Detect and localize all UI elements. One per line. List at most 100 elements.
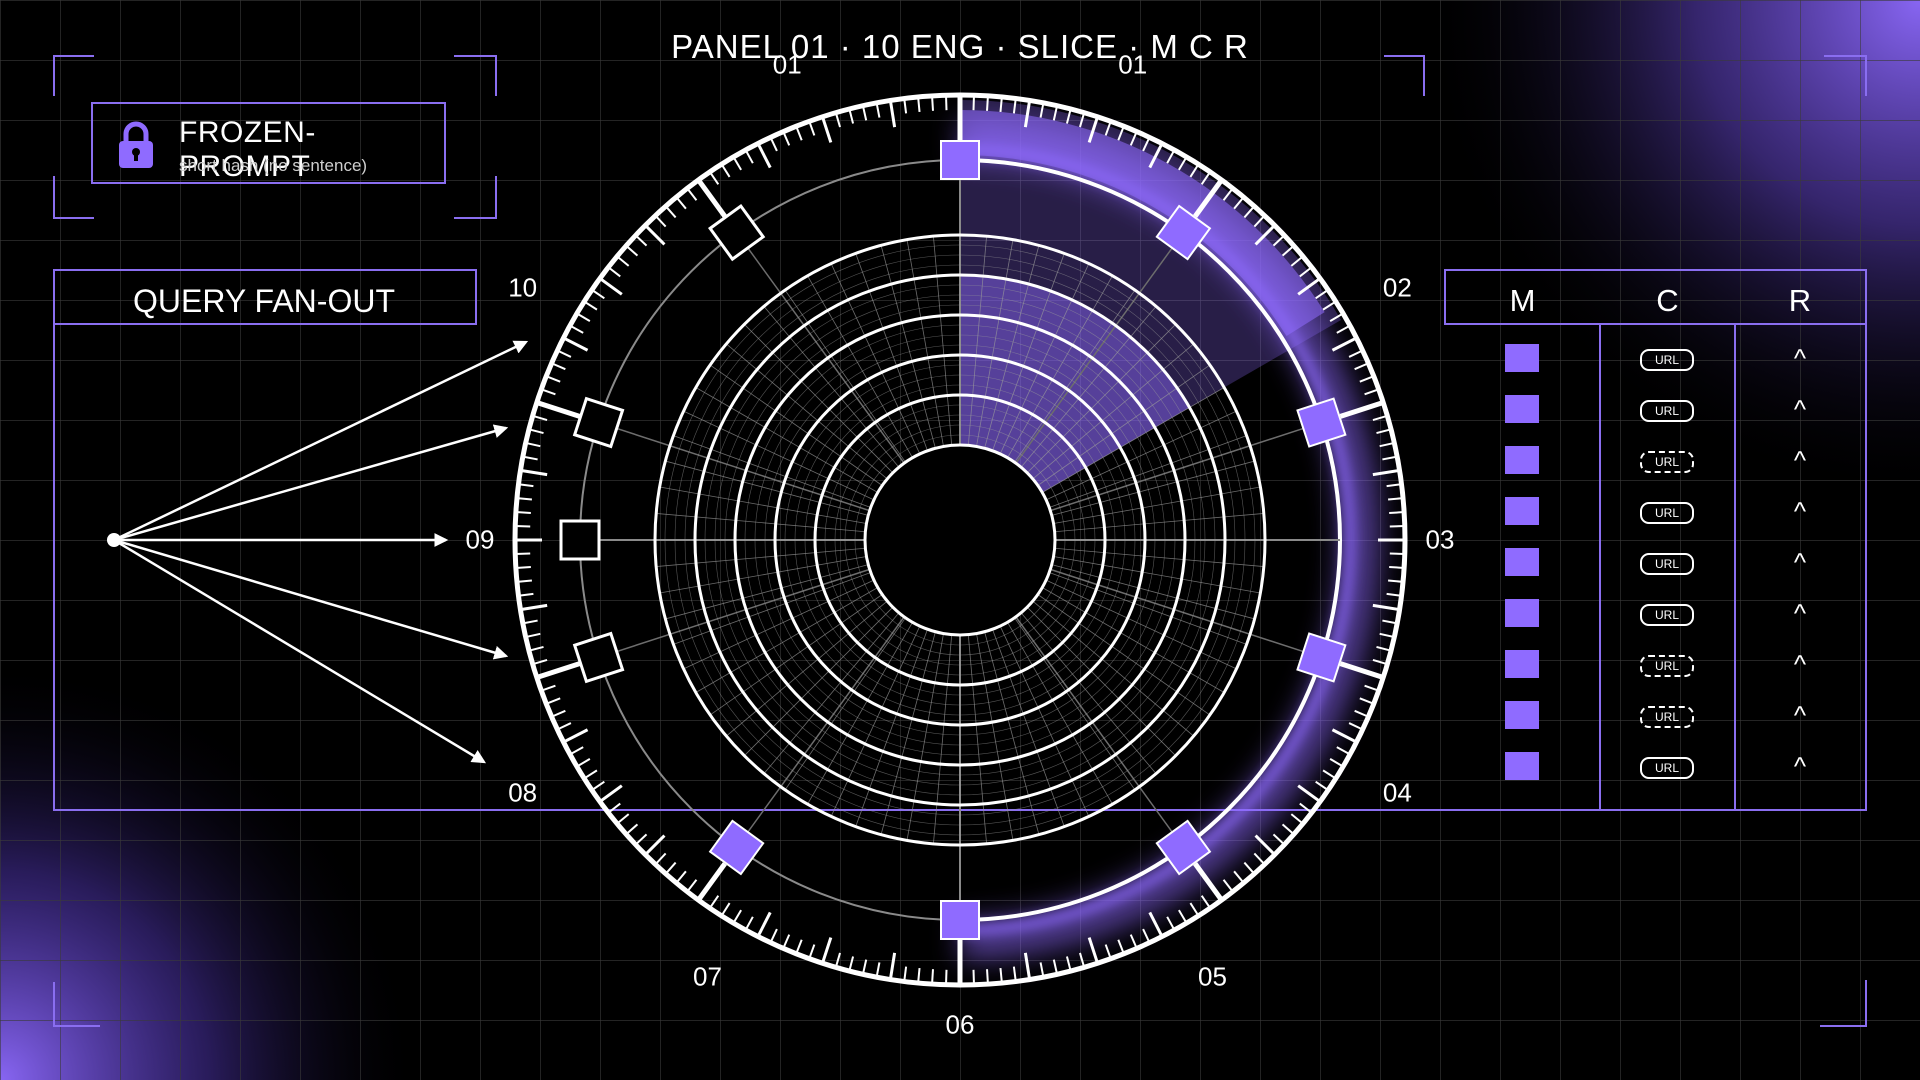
- fanout-arrows: [113, 340, 529, 764]
- mesh-radial: [1014, 617, 1136, 791]
- dial-tick: [1178, 909, 1188, 924]
- dial-tick: [599, 784, 623, 803]
- url-badge: URL: [1640, 349, 1694, 371]
- dial-tick: [599, 277, 623, 296]
- dial-major-tick: [696, 178, 727, 218]
- dial-tick: [1348, 722, 1364, 731]
- m-cell-square: [1505, 497, 1539, 525]
- dial-tick: [516, 579, 533, 583]
- dial-tick: [1348, 349, 1364, 358]
- dial-tick: [888, 952, 897, 980]
- dial-tick: [1117, 939, 1125, 955]
- dial-tick: [769, 928, 778, 944]
- dial-tick: [1376, 428, 1392, 435]
- mesh-radial: [659, 486, 867, 524]
- dial-spoke: [598, 421, 870, 512]
- dial-major-tick: [536, 661, 581, 680]
- dial-tick: [1376, 645, 1392, 652]
- panel-title: PANEL 01 · 10 ENG · SLICE · M C R: [671, 28, 1249, 65]
- dial-tick: [931, 95, 934, 111]
- r-cell-caret: ^: [1793, 751, 1807, 781]
- dial-label: 04: [1382, 777, 1412, 807]
- dial-tick: [1372, 603, 1400, 612]
- mesh-radial: [1053, 486, 1261, 524]
- dial-tick: [709, 171, 720, 185]
- dial-tick: [732, 909, 742, 924]
- dial-tick: [675, 196, 687, 210]
- node-marker-filled: [708, 819, 765, 876]
- dial-tick: [1364, 684, 1380, 692]
- dial-tick: [520, 468, 548, 477]
- dial-tick: [1148, 911, 1164, 938]
- dial-tick: [1359, 697, 1375, 705]
- dial-tick: [848, 108, 855, 124]
- url-badge: URL: [1640, 451, 1694, 473]
- dial-tick: [532, 414, 548, 421]
- mesh-radial: [967, 634, 987, 844]
- dial-tick: [562, 336, 589, 352]
- dial-tick: [556, 722, 572, 731]
- mesh-radial: [1054, 547, 1264, 567]
- dial-tick: [1290, 813, 1304, 825]
- dial-tick: [591, 289, 605, 300]
- dial-spoke: [1050, 568, 1322, 659]
- dial-major-tick: [536, 400, 581, 419]
- dial-label: 03: [1425, 524, 1455, 555]
- m-cell-square: [1505, 599, 1539, 627]
- m-cell-square: [1505, 446, 1539, 474]
- dial-tick: [834, 112, 841, 128]
- dial-tick: [556, 349, 572, 358]
- dial-tick: [634, 234, 648, 247]
- dial-tick: [1389, 566, 1405, 569]
- node-marker-open: [572, 631, 625, 684]
- dial-tick: [569, 746, 584, 756]
- dial-tick: [888, 100, 897, 128]
- dial-tick: [540, 684, 556, 692]
- url-badge: URL: [1640, 553, 1694, 575]
- dial-tick: [1322, 769, 1337, 780]
- dial-label: 02: [1382, 272, 1412, 302]
- r-cell-caret: ^: [1793, 445, 1807, 475]
- dial-tick: [1359, 375, 1375, 383]
- dial-tick: [545, 375, 561, 383]
- dial-tick: [1129, 934, 1138, 949]
- url-badge: URL: [1640, 706, 1694, 728]
- m-cell-square: [1505, 650, 1539, 678]
- dial-tick: [551, 709, 566, 718]
- dial-tick: [1253, 852, 1266, 866]
- r-cell-caret: ^: [1793, 394, 1807, 424]
- dial-tick: [931, 969, 934, 985]
- dial-tick: [625, 244, 639, 257]
- dial-tick: [917, 967, 921, 984]
- dial-label: 05: [1198, 961, 1227, 992]
- dial-tick: [1023, 952, 1032, 980]
- dial-tick: [986, 95, 989, 111]
- r-cell-caret: ^: [1793, 649, 1807, 679]
- url-badge: URL: [1640, 757, 1694, 779]
- frozen-prompt-subtitle: short hash (no sentence): [179, 156, 368, 175]
- dial-tick: [720, 902, 731, 917]
- dial-tick: [591, 780, 605, 791]
- dial-tick: [1354, 362, 1369, 371]
- dial-tick: [1299, 802, 1313, 814]
- dial-tick: [545, 697, 561, 705]
- dial-tick: [732, 156, 742, 171]
- dial-tick: [654, 852, 667, 866]
- mesh-radial: [1053, 556, 1261, 594]
- mesh-radial: [784, 617, 906, 791]
- fanout-origin-dot: [107, 533, 121, 547]
- dial-center: [863, 443, 1057, 637]
- url-badge: URL: [1640, 604, 1694, 626]
- dial-tick: [1372, 659, 1388, 666]
- url-badge: URL: [1640, 655, 1694, 677]
- dial-tick: [1336, 746, 1351, 756]
- url-badge: URL: [1640, 400, 1694, 422]
- dial-tick: [1387, 497, 1404, 501]
- node-marker-filled: [940, 140, 980, 180]
- dial-label: 09: [465, 524, 495, 555]
- dial-tick: [709, 895, 720, 909]
- dial-tick: [616, 813, 630, 825]
- dial-tick: [515, 566, 531, 569]
- dial-spoke: [598, 568, 870, 659]
- dial-tick: [1065, 956, 1072, 972]
